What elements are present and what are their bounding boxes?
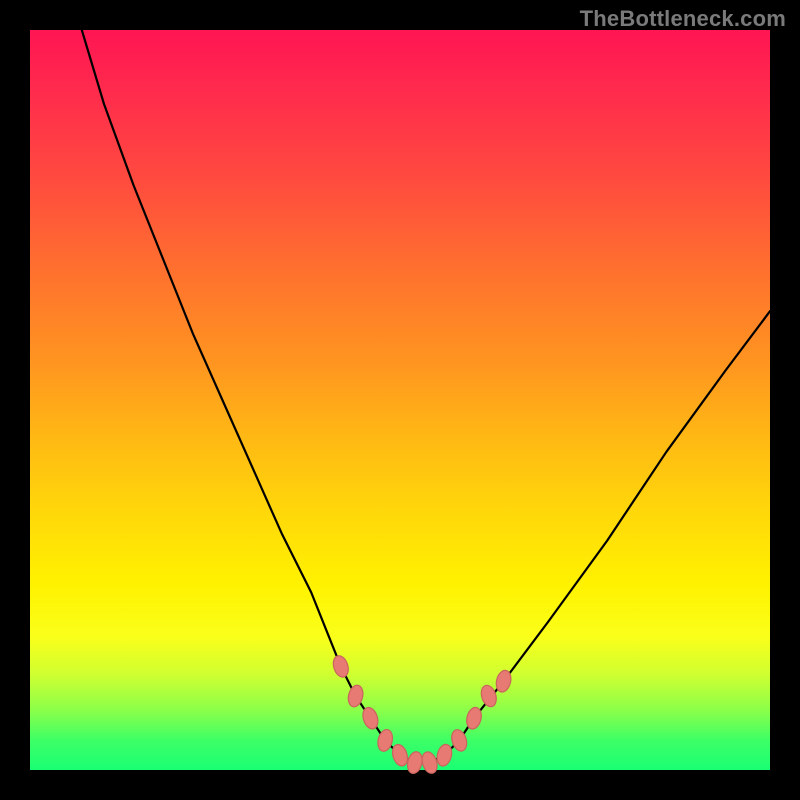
chart-frame: TheBottleneck.com bbox=[0, 0, 800, 800]
curve-layer bbox=[30, 30, 770, 770]
marker-group bbox=[331, 654, 513, 775]
curve-marker bbox=[405, 750, 424, 775]
curve-marker bbox=[420, 750, 440, 775]
curve-marker bbox=[479, 683, 499, 708]
bottleneck-curve bbox=[82, 30, 770, 763]
watermark-text: TheBottleneck.com bbox=[580, 6, 786, 32]
curve-marker bbox=[331, 654, 351, 679]
curve-marker bbox=[435, 743, 454, 768]
plot-area bbox=[30, 30, 770, 770]
